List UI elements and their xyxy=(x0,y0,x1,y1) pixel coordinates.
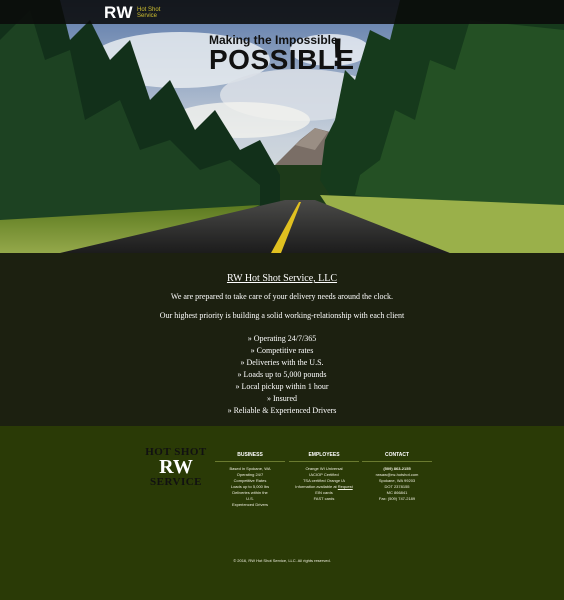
feature-item: » Operating 24/7/365 xyxy=(247,334,317,343)
logo-rw-text: RW xyxy=(104,3,134,22)
employees-line: Information available at xyxy=(295,484,337,489)
info-section: RW Hot Shot Service, LLC We are prepared… xyxy=(0,253,564,426)
site-logo[interactable]: RW Hot Shot Service xyxy=(104,3,160,23)
contact-heading: CONTACT xyxy=(362,452,432,462)
top-nav-bar: RW Hot Shot Service xyxy=(0,0,564,24)
hero-headline: Making the Impossible POSSIBLE ! xyxy=(209,31,355,75)
footer-logo: HOT SHOT RW SERVICE xyxy=(144,446,208,488)
business-line: Experienced Drivers xyxy=(231,502,268,507)
employees-heading: EMPLOYEES xyxy=(289,452,359,462)
feature-item: » Competitive rates xyxy=(250,346,314,355)
feature-item: » Deliveries with the U.S. xyxy=(240,358,324,367)
feature-list: » Operating 24/7/365 » Competitive rates… xyxy=(0,333,564,417)
business-heading: BUSINESS xyxy=(215,452,285,462)
request-link[interactable]: Request xyxy=(338,484,353,489)
intro-line-1: We are prepared to take care of your del… xyxy=(170,292,394,301)
intro-line-2: Our highest priority is building a solid… xyxy=(159,311,405,320)
feature-item: » Insured xyxy=(267,394,297,403)
feature-item: » Reliable & Experienced Drivers xyxy=(227,406,337,415)
company-title: RW Hot Shot Service, LLC xyxy=(226,273,338,284)
headline-exclamation: ! xyxy=(331,31,345,75)
feature-item: » Loads up to 5,000 pounds xyxy=(237,370,327,379)
footer-employees-column: EMPLOYEES Orange WI Universal IACIOP Cer… xyxy=(289,452,359,502)
footer: HOT SHOT RW SERVICE BUSINESS Based in Sp… xyxy=(0,426,564,600)
footer-logo-mid: RW xyxy=(159,456,193,478)
logo-sub-line2: Service xyxy=(137,13,158,19)
feature-item: » Local pickup within 1 hour xyxy=(235,382,329,391)
employees-line: FAST cards xyxy=(313,496,335,501)
footer-contact-column: CONTACT (509) 863-2155 rwsaw@rw-hotshot.… xyxy=(362,452,432,502)
contact-line: Fax: (509) 747-2189 xyxy=(378,496,416,501)
footer-business-column: BUSINESS Based in Spokane, WA Operating … xyxy=(215,452,285,508)
footer-logo-bottom: SERVICE xyxy=(149,476,203,488)
copyright-text: © 2016, RW Hot Shot Service, LLC. All ri… xyxy=(233,558,331,563)
logo-subtitle: Hot Shot Service xyxy=(137,7,160,19)
